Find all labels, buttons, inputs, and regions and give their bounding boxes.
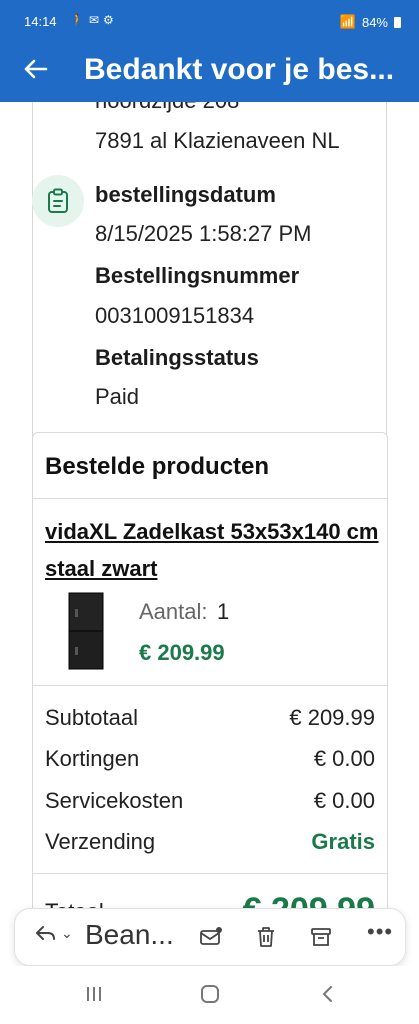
reply-label[interactable]: Bean... — [85, 919, 174, 951]
payment-status-value: Paid — [95, 384, 140, 409]
status-notification-icons: 🚶✉⚙ — [70, 13, 118, 27]
order-date-label: bestellingsdatum — [95, 182, 276, 207]
order-number-label: Bestellingsnummer — [95, 263, 300, 288]
product-image[interactable] — [67, 591, 105, 671]
subtotal-label: Subtotaal — [45, 705, 138, 730]
home-icon[interactable] — [200, 984, 220, 1010]
email-action-bar: ⌄ Bean... ••• — [14, 908, 406, 966]
system-back-icon[interactable] — [318, 984, 338, 1010]
discounts-label: Kortingen — [45, 746, 140, 771]
status-right: 📶 84% — [340, 14, 401, 30]
shipping-value: Gratis — [311, 829, 375, 854]
divider — [33, 873, 387, 874]
recent-apps-icon[interactable] — [84, 984, 104, 1010]
page-title: Bedankt voor je bes... — [84, 53, 395, 86]
wifi-signal-icon: 📶 — [339, 14, 356, 29]
clipboard-icon — [32, 175, 84, 227]
service-costs-value: € 0.00 — [313, 788, 375, 813]
order-number-value: 0031009151834 — [95, 303, 255, 328]
subtotal-value: € 209.99 — [289, 705, 375, 730]
email-body[interactable]: noordzijde 208 7891 al Klazienaveen NL b… — [0, 102, 419, 910]
divider — [33, 685, 387, 686]
order-date-value: 8/15/2025 1:58:27 PM — [95, 221, 312, 246]
product-link[interactable]: vidaXL Zadelkast 53x53x140 cm staal zwar… — [45, 513, 380, 587]
quantity-label: Aantal: — [139, 599, 208, 624]
reply-icon[interactable] — [33, 921, 57, 951]
status-bar: 14:14 🚶✉⚙ 📶 84% — [0, 0, 419, 44]
chevron-down-icon[interactable]: ⌄ — [61, 925, 73, 942]
address-line-2: 7891 al Klazienaveen NL — [95, 128, 340, 153]
payment-status-label: Betalingsstatus — [95, 345, 259, 370]
status-time: 14:14 — [24, 14, 57, 29]
service-costs-label: Servicekosten — [45, 788, 184, 813]
address-line-1: noordzijde 208 — [95, 102, 239, 114]
mail-unread-icon[interactable] — [199, 925, 223, 949]
discounts-value: € 0.00 — [313, 746, 375, 771]
ordered-products-title: Bestelde producten — [45, 453, 270, 480]
battery-level: 84% — [361, 14, 388, 30]
quantity-value: 1 — [217, 599, 230, 624]
product-price: € 209.99 — [139, 640, 225, 665]
arrow-left-icon[interactable] — [18, 52, 52, 86]
battery-icon — [394, 16, 401, 28]
trash-icon[interactable] — [254, 925, 278, 949]
divider — [33, 498, 387, 499]
shipping-label: Verzending — [45, 829, 156, 854]
ordered-products-card: Bestelde producten vidaXL Zadelkast 53x5… — [32, 432, 388, 910]
app-bar: Bedankt voor je bes... — [0, 44, 419, 102]
archive-icon[interactable] — [309, 925, 333, 949]
more-icon[interactable]: ••• — [367, 919, 393, 945]
system-nav-bar — [0, 966, 419, 1024]
